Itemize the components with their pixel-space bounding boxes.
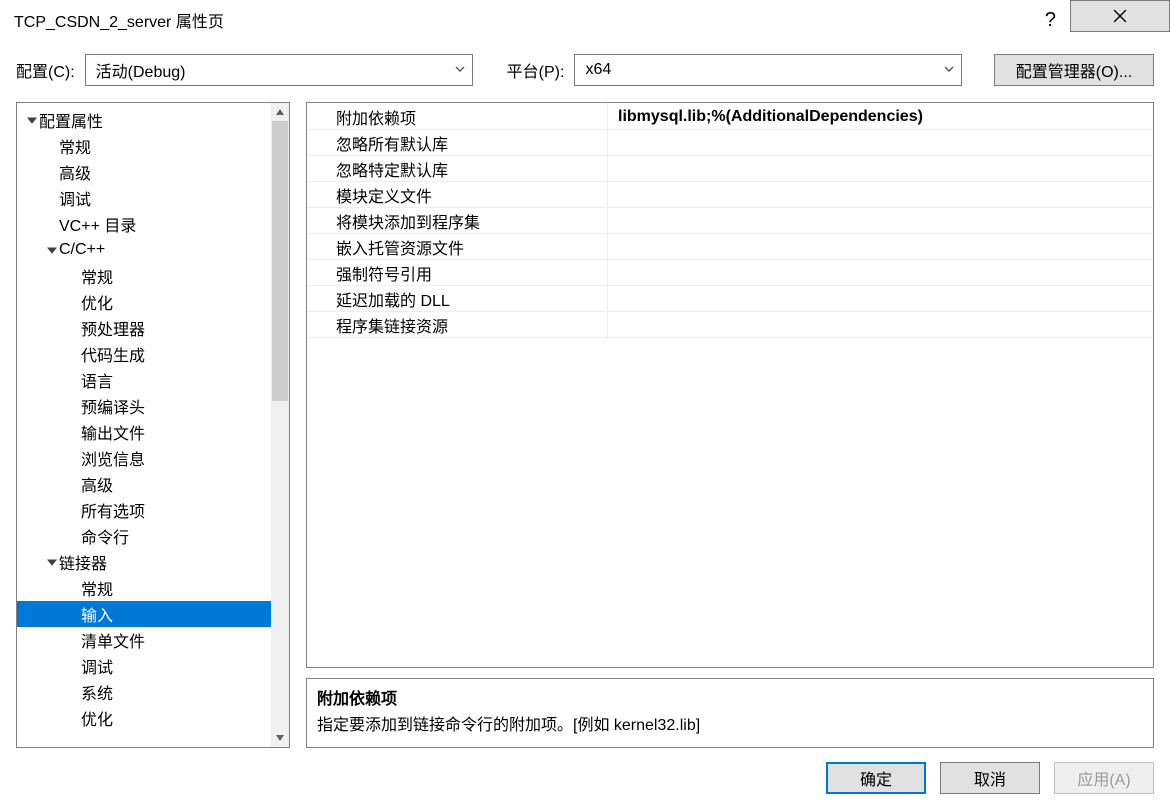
description-body: 指定要添加到链接命令行的附加项。[例如 kernel32.lib] — [317, 711, 1143, 735]
property-value[interactable] — [608, 234, 1153, 260]
config-combo-value: 活动(Debug) — [96, 58, 186, 82]
system-buttons — [1070, 0, 1170, 40]
tree-item[interactable]: 高级 — [17, 159, 271, 185]
property-name[interactable]: 忽略所有默认库 — [308, 130, 608, 156]
property-value[interactable] — [608, 208, 1153, 234]
chevron-down-icon — [454, 63, 466, 78]
tree-item[interactable]: 常规 — [17, 133, 271, 159]
expand-icon[interactable] — [45, 557, 59, 567]
tree-item[interactable]: 浏览信息 — [17, 445, 271, 471]
tree-item[interactable]: 高级 — [17, 471, 271, 497]
property-row[interactable]: 忽略所有默认库 — [308, 130, 1153, 156]
property-row[interactable]: 忽略特定默认库 — [308, 156, 1153, 182]
tree-item[interactable]: 优化 — [17, 289, 271, 315]
property-name[interactable]: 忽略特定默认库 — [308, 156, 608, 182]
tree-root[interactable]: 配置属性 — [17, 107, 271, 133]
property-value[interactable] — [608, 260, 1153, 286]
help-icon[interactable]: ? — [1045, 9, 1070, 32]
dialog-buttons: 确定 取消 应用(A) — [0, 748, 1170, 810]
scroll-up-icon[interactable] — [271, 103, 289, 121]
tree-item[interactable]: 所有选项 — [17, 497, 271, 523]
property-name[interactable]: 强制符号引用 — [308, 260, 608, 286]
property-name[interactable]: 嵌入托管资源文件 — [308, 234, 608, 260]
tree-item[interactable]: 输出文件 — [17, 419, 271, 445]
tree-item[interactable]: 系统 — [17, 679, 271, 705]
property-value[interactable]: libmysql.lib;%(AdditionalDependencies) — [608, 104, 1153, 130]
tree-item[interactable]: 优化 — [17, 705, 271, 731]
tree-item[interactable]: 命令行 — [17, 523, 271, 549]
property-name[interactable]: 延迟加载的 DLL — [308, 286, 608, 312]
config-manager-button[interactable]: 配置管理器(O)... — [994, 54, 1154, 86]
property-row[interactable]: 将模块添加到程序集 — [308, 208, 1153, 234]
property-row[interactable]: 程序集链接资源 — [308, 312, 1153, 338]
property-row[interactable]: 延迟加载的 DLL — [308, 286, 1153, 312]
property-grid[interactable]: 附加依赖项libmysql.lib;%(AdditionalDependenci… — [307, 103, 1153, 338]
platform-combo[interactable]: x64 — [574, 54, 962, 86]
close-icon — [1113, 9, 1127, 23]
ok-button[interactable]: 确定 — [826, 762, 926, 794]
tree-item[interactable]: 预编译头 — [17, 393, 271, 419]
main-area: 配置属性 常规 高级 调试 VC++ 目录 C/C++ 常规 优化 预处理器 代… — [0, 102, 1170, 748]
property-value[interactable] — [608, 130, 1153, 156]
tree-panel: 配置属性 常规 高级 调试 VC++ 目录 C/C++ 常规 优化 预处理器 代… — [16, 102, 290, 748]
description-title: 附加依赖项 — [317, 685, 1143, 709]
config-tree[interactable]: 配置属性 常规 高级 调试 VC++ 目录 C/C++ 常规 优化 预处理器 代… — [17, 103, 271, 747]
apply-button[interactable]: 应用(A) — [1054, 762, 1154, 794]
description-panel: 附加依赖项 指定要添加到链接命令行的附加项。[例如 kernel32.lib] — [306, 678, 1154, 748]
titlebar: TCP_CSDN_2_server 属性页 ? — [0, 0, 1170, 40]
config-label: 配置(C): — [16, 58, 75, 82]
property-value[interactable] — [608, 156, 1153, 182]
property-row[interactable]: 模块定义文件 — [308, 182, 1153, 208]
property-row[interactable]: 嵌入托管资源文件 — [308, 234, 1153, 260]
close-button[interactable] — [1070, 0, 1170, 32]
tree-item[interactable]: 预处理器 — [17, 315, 271, 341]
property-value[interactable] — [608, 182, 1153, 208]
property-name[interactable]: 将模块添加到程序集 — [308, 208, 608, 234]
tree-item[interactable]: 语言 — [17, 367, 271, 393]
property-name[interactable]: 模块定义文件 — [308, 182, 608, 208]
property-name[interactable]: 附加依赖项 — [308, 104, 608, 130]
property-page-window: TCP_CSDN_2_server 属性页 ? 配置(C): 活动(Debug)… — [0, 0, 1170, 810]
tree-scrollbar[interactable] — [271, 103, 289, 747]
tree-item[interactable]: 调试 — [17, 185, 271, 211]
platform-combo-value: x64 — [585, 61, 611, 79]
property-row[interactable]: 附加依赖项libmysql.lib;%(AdditionalDependenci… — [308, 104, 1153, 130]
property-row[interactable]: 强制符号引用 — [308, 260, 1153, 286]
chevron-down-icon — [943, 63, 955, 78]
tree-item[interactable]: 调试 — [17, 653, 271, 679]
tree-item[interactable]: 清单文件 — [17, 627, 271, 653]
scroll-down-icon[interactable] — [271, 729, 289, 747]
tree-item-selected[interactable]: 输入 — [17, 601, 271, 627]
config-combo[interactable]: 活动(Debug) — [85, 54, 473, 86]
tree-item[interactable]: 代码生成 — [17, 341, 271, 367]
platform-label: 平台(P): — [507, 58, 565, 82]
tree-item[interactable]: 常规 — [17, 575, 271, 601]
tree-item[interactable]: 常规 — [17, 263, 271, 289]
expand-icon[interactable] — [45, 245, 59, 255]
scroll-thumb[interactable] — [272, 121, 288, 401]
expand-icon[interactable] — [25, 115, 39, 125]
property-name[interactable]: 程序集链接资源 — [308, 312, 608, 338]
cancel-button[interactable]: 取消 — [940, 762, 1040, 794]
property-value[interactable] — [608, 286, 1153, 312]
tree-group-cpp[interactable]: C/C++ — [17, 237, 271, 263]
property-value[interactable] — [608, 312, 1153, 338]
config-row: 配置(C): 活动(Debug) 平台(P): x64 配置管理器(O)... — [0, 40, 1170, 102]
window-title: TCP_CSDN_2_server 属性页 — [14, 8, 224, 32]
right-panel: 附加依赖项libmysql.lib;%(AdditionalDependenci… — [306, 102, 1154, 748]
property-grid-wrap: 附加依赖项libmysql.lib;%(AdditionalDependenci… — [306, 102, 1154, 668]
tree-item[interactable]: VC++ 目录 — [17, 211, 271, 237]
tree-group-linker[interactable]: 链接器 — [17, 549, 271, 575]
